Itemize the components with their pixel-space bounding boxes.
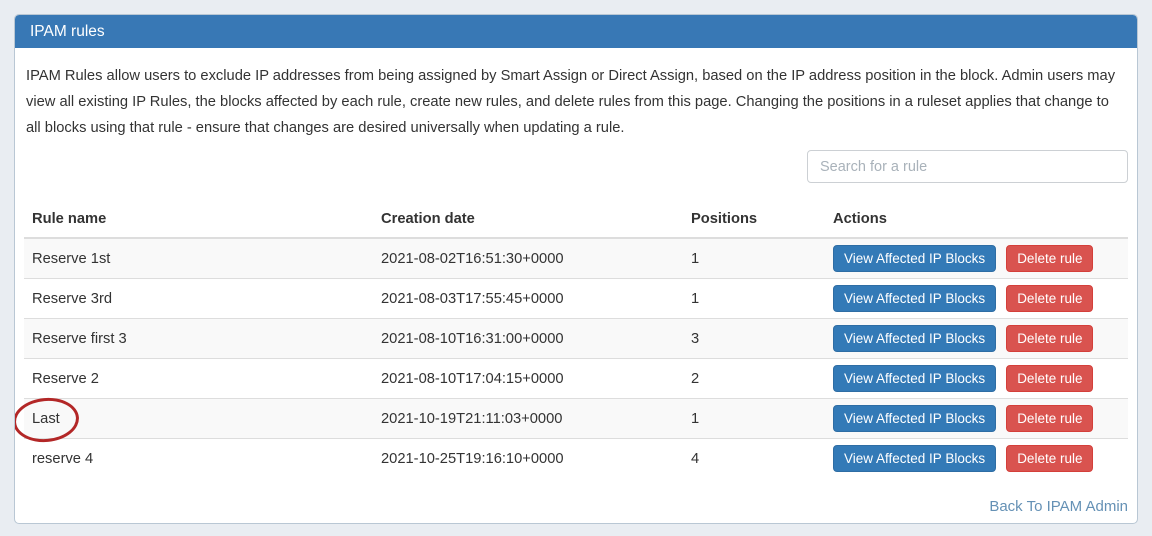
rule-name-text: Reserve 2 — [32, 371, 99, 387]
creation-date-cell: 2021-10-19T21:11:03+0000 — [373, 399, 683, 439]
positions-cell: 3 — [683, 319, 825, 359]
search-row — [24, 150, 1128, 183]
panel-body: IPAM Rules allow users to exclude IP add… — [15, 48, 1137, 524]
creation-date-cell: 2021-08-10T16:31:00+0000 — [373, 319, 683, 359]
column-header-rule-name: Rule name — [24, 201, 373, 238]
table-row: Reserve first 3 2021-08-10T16:31:00+0000… — [24, 319, 1128, 359]
table-row: Reserve 3rd 2021-08-03T17:55:45+0000 1 V… — [24, 279, 1128, 319]
table-row: Last 2021-10-19T21:11:03+0000 1 View Aff… — [24, 399, 1128, 439]
creation-date-cell: 2021-08-03T17:55:45+0000 — [373, 279, 683, 319]
table-row: Reserve 1st 2021-08-02T16:51:30+0000 1 V… — [24, 238, 1128, 279]
rule-name-text: Reserve 3rd — [32, 291, 112, 307]
rule-name-cell: Last — [32, 411, 60, 427]
creation-date-cell: 2021-08-10T17:04:15+0000 — [373, 359, 683, 399]
view-affected-ip-blocks-button[interactable]: View Affected IP Blocks — [833, 325, 996, 352]
column-header-creation-date: Creation date — [373, 201, 683, 238]
table-row: Reserve 2 2021-08-10T17:04:15+0000 2 Vie… — [24, 359, 1128, 399]
rules-table-body: Reserve 1st 2021-08-02T16:51:30+0000 1 V… — [24, 238, 1128, 478]
delete-rule-button[interactable]: Delete rule — [1006, 245, 1093, 272]
rule-name-cell: Reserve first 3 — [32, 331, 127, 347]
creation-date-cell: 2021-10-25T19:16:10+0000 — [373, 439, 683, 479]
view-affected-ip-blocks-button[interactable]: View Affected IP Blocks — [833, 365, 996, 392]
actions-cell: View Affected IP Blocks Delete rule — [825, 439, 1128, 479]
actions-cell: View Affected IP Blocks Delete rule — [825, 319, 1128, 359]
delete-rule-button[interactable]: Delete rule — [1006, 325, 1093, 352]
delete-rule-button[interactable]: Delete rule — [1006, 445, 1093, 472]
panel-header: IPAM rules — [15, 15, 1137, 48]
positions-cell: 2 — [683, 359, 825, 399]
rule-name-text: Reserve 1st — [32, 251, 110, 267]
actions-cell: View Affected IP Blocks Delete rule — [825, 399, 1128, 439]
creation-date-cell: 2021-08-02T16:51:30+0000 — [373, 238, 683, 279]
positions-cell: 4 — [683, 439, 825, 479]
delete-rule-button[interactable]: Delete rule — [1006, 285, 1093, 312]
rules-table-header: Rule name Creation date Positions Action… — [24, 201, 1128, 238]
footer-row: Back To IPAM Admin — [24, 498, 1128, 515]
description-text: IPAM Rules allow users to exclude IP add… — [26, 63, 1126, 141]
rule-name-text: Reserve first 3 — [32, 331, 127, 347]
view-affected-ip-blocks-button[interactable]: View Affected IP Blocks — [833, 405, 996, 432]
rules-table: Rule name Creation date Positions Action… — [24, 201, 1128, 478]
table-row: reserve 4 2021-10-25T19:16:10+0000 4 Vie… — [24, 439, 1128, 479]
ipam-rules-panel: IPAM rules IPAM Rules allow users to exc… — [14, 14, 1138, 524]
positions-cell: 1 — [683, 279, 825, 319]
positions-cell: 1 — [683, 238, 825, 279]
back-to-ipam-admin-link[interactable]: Back To IPAM Admin — [989, 498, 1128, 515]
actions-cell: View Affected IP Blocks Delete rule — [825, 238, 1128, 279]
positions-cell: 1 — [683, 399, 825, 439]
rule-name-text: Last — [32, 411, 60, 427]
view-affected-ip-blocks-button[interactable]: View Affected IP Blocks — [833, 445, 996, 472]
rule-name-cell: Reserve 3rd — [32, 291, 112, 307]
view-affected-ip-blocks-button[interactable]: View Affected IP Blocks — [833, 245, 996, 272]
rule-search-input[interactable] — [807, 150, 1128, 183]
panel-title: IPAM rules — [30, 23, 105, 40]
column-header-actions: Actions — [825, 201, 1128, 238]
delete-rule-button[interactable]: Delete rule — [1006, 405, 1093, 432]
delete-rule-button[interactable]: Delete rule — [1006, 365, 1093, 392]
actions-cell: View Affected IP Blocks Delete rule — [825, 359, 1128, 399]
rule-name-cell: reserve 4 — [32, 451, 93, 467]
column-header-positions: Positions — [683, 201, 825, 238]
rule-name-cell: Reserve 2 — [32, 371, 99, 387]
rule-name-text: reserve 4 — [32, 451, 93, 467]
rule-name-cell: Reserve 1st — [32, 251, 110, 267]
actions-cell: View Affected IP Blocks Delete rule — [825, 279, 1128, 319]
view-affected-ip-blocks-button[interactable]: View Affected IP Blocks — [833, 285, 996, 312]
